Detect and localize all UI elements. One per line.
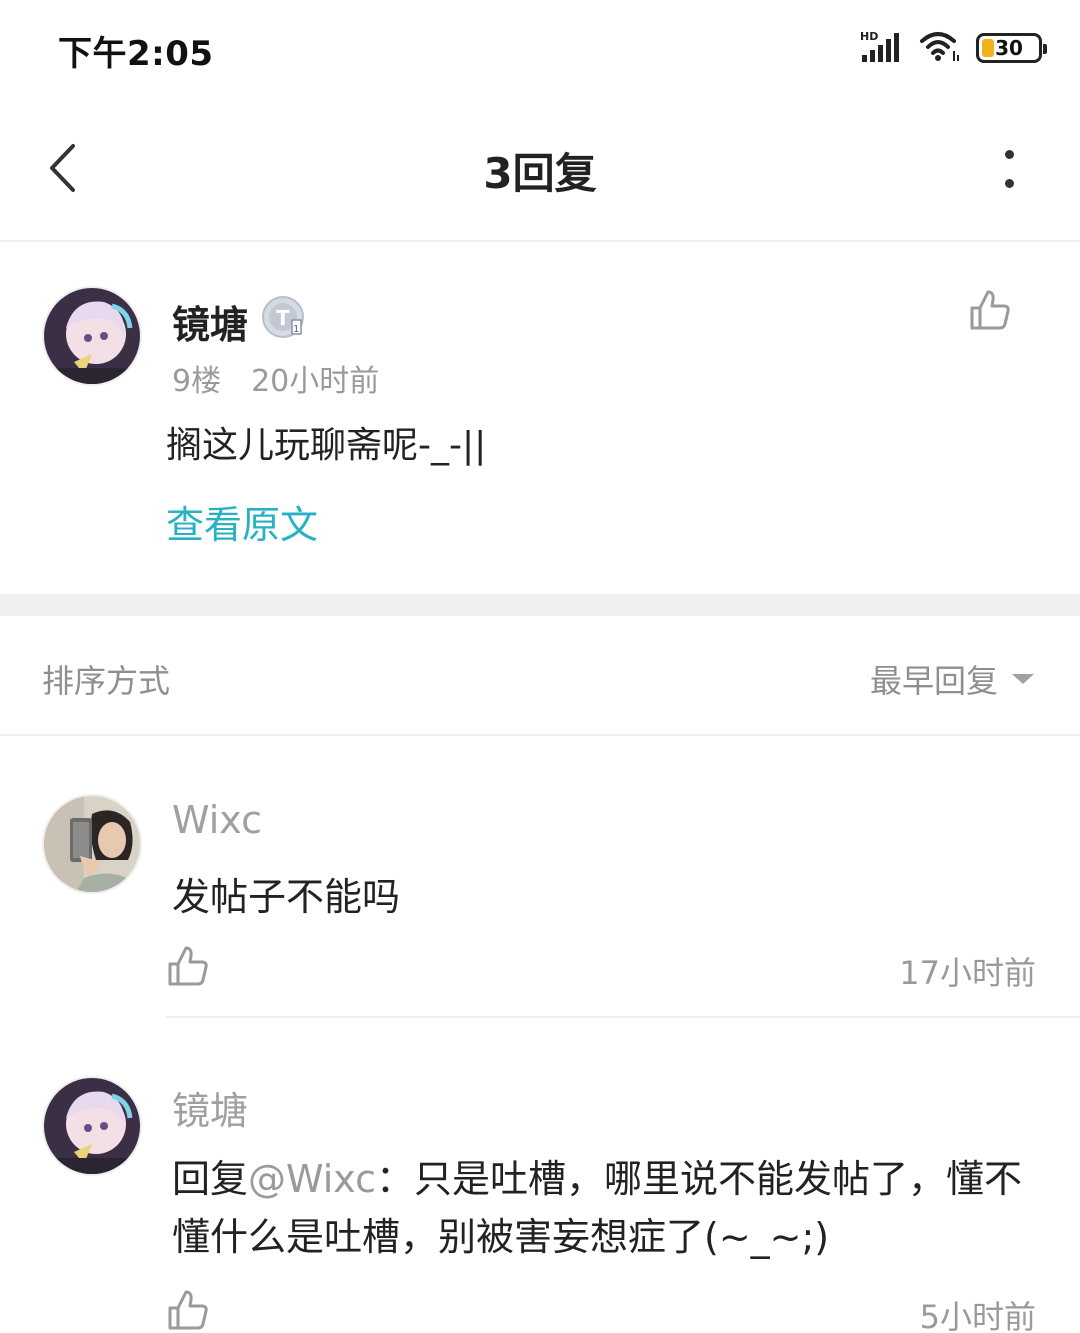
svg-text:1: 1 bbox=[293, 324, 299, 335]
main-post: 镜塘 T 1 9楼 20小时前 搁这儿玩聊斋呢-_-|| 查看原文 bbox=[0, 244, 1080, 594]
battery-icon: 30 bbox=[976, 33, 1047, 63]
post-time: 20小时前 bbox=[251, 364, 380, 399]
reply-author[interactable]: Wixc bbox=[172, 798, 262, 842]
reply-item: Wixc 发帖子不能吗 17小时前 bbox=[0, 794, 1080, 1016]
thumbs-up-icon bbox=[970, 290, 1010, 330]
reply-text: 回复@Wixc：只是吐槽，哪里说不能发帖了，懂不懂什么是吐槽，别被害妄想症了(~… bbox=[172, 1150, 1032, 1266]
status-time: 下午2:05 bbox=[58, 34, 214, 74]
divider bbox=[166, 1016, 1080, 1018]
reply-time: 5小时前 bbox=[919, 1298, 1036, 1333]
mention-link[interactable]: @Wixc bbox=[248, 1157, 376, 1201]
sort-label: 排序方式 bbox=[42, 662, 171, 700]
avatar[interactable] bbox=[42, 794, 142, 894]
sort-selected-value: 最早回复 bbox=[869, 662, 998, 700]
sort-bar: 排序方式 最早回复 bbox=[0, 616, 1080, 736]
view-original-link[interactable]: 查看原文 bbox=[166, 494, 318, 549]
reply-text: 发帖子不能吗 bbox=[172, 875, 401, 919]
thumbs-up-icon bbox=[168, 946, 208, 986]
post-content: 搁这儿玩聊斋呢-_-|| bbox=[166, 425, 487, 466]
more-dot-icon bbox=[1004, 179, 1014, 188]
top-nav-bar: 3回复 bbox=[0, 96, 1080, 242]
wifi-icon bbox=[918, 29, 962, 67]
reply-author[interactable]: 镜塘 bbox=[172, 1080, 248, 1135]
status-icons: HD 30 bbox=[860, 28, 1047, 68]
like-button[interactable] bbox=[968, 288, 1012, 332]
signal-icon: HD bbox=[860, 29, 904, 67]
more-dot-icon bbox=[1004, 150, 1014, 159]
post-meta: 9楼 20小时前 bbox=[172, 356, 379, 400]
battery-level: 30 bbox=[995, 36, 1023, 60]
caret-down-icon bbox=[1012, 674, 1034, 684]
thumbs-up-icon bbox=[168, 1290, 208, 1330]
svg-text:T: T bbox=[276, 306, 290, 330]
like-button[interactable] bbox=[166, 944, 210, 988]
level-badge-icon: T 1 bbox=[260, 294, 306, 340]
reply-prefix: 回复 bbox=[172, 1157, 249, 1201]
section-divider bbox=[0, 594, 1080, 616]
sort-dropdown[interactable]: 最早回复 bbox=[870, 656, 1034, 702]
avatar[interactable] bbox=[42, 286, 142, 386]
more-options-button[interactable] bbox=[994, 144, 1024, 194]
floor-number: 9楼 bbox=[172, 364, 222, 399]
avatar[interactable] bbox=[42, 1076, 142, 1176]
page-title: 3回复 bbox=[483, 149, 597, 198]
like-button[interactable] bbox=[166, 1288, 210, 1332]
reply-time: 17小时前 bbox=[899, 954, 1036, 992]
author-name[interactable]: 镜塘 bbox=[172, 294, 248, 349]
status-bar: 下午2:05 HD 30 bbox=[0, 0, 1080, 96]
network-label: HD bbox=[860, 30, 878, 43]
reply-item: 镜塘 回复@Wixc：只是吐槽，哪里说不能发帖了，懂不懂什么是吐槽，别被害妄想症… bbox=[0, 1076, 1080, 1333]
